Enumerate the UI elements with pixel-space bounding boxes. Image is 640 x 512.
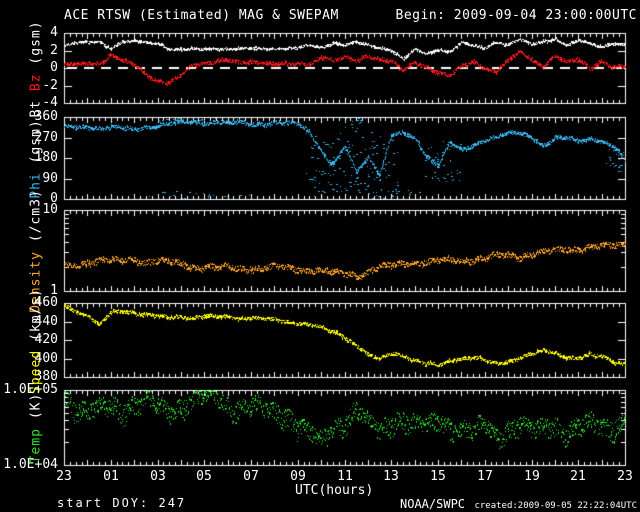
x-axis-tick-label: 21 xyxy=(570,469,586,484)
panel-y-axis-label-part: (gsm) xyxy=(28,19,44,65)
page-title: ACE RTSW (Estimated) MAG & SWEPAM xyxy=(64,8,339,23)
created-timestamp: created:2009-09-05 22:22:04UTC xyxy=(474,501,637,511)
start-doy-label: start DOY: 247 xyxy=(57,496,187,510)
plot-canvas xyxy=(0,0,640,512)
panel-y-axis-label-part: (km/s) xyxy=(28,287,44,341)
ace-rtsw-solar-wind-plot: ACE RTSW (Estimated) MAG & SWEPAM Begin:… xyxy=(0,0,640,512)
x-axis-tick-label: 07 xyxy=(243,469,259,484)
x-axis-tick-label: 03 xyxy=(150,469,166,484)
x-axis-title: UTC(hours) xyxy=(295,483,374,498)
begin-timestamp: Begin: 2009-09-04 23:00:00UTC xyxy=(395,8,637,23)
x-axis-tick-label: 23 xyxy=(617,469,633,484)
panel-y-axis-label-part: Temp xyxy=(28,419,44,464)
panel-y-axis-label-part: (gsm) xyxy=(28,118,44,163)
x-axis-tick-label: 15 xyxy=(430,469,446,484)
panel-y-axis-label-part: Bz xyxy=(28,64,44,91)
panel-y-axis-label-part: (/cm3) xyxy=(28,189,44,243)
x-axis-tick-label: 11 xyxy=(337,469,353,484)
x-axis-tick-label: 19 xyxy=(524,469,540,484)
x-axis-tick-label: 17 xyxy=(477,469,493,484)
x-axis-tick-label: 13 xyxy=(383,469,399,484)
x-axis-tick-label: 09 xyxy=(290,469,306,484)
x-axis-tick-label: 23 xyxy=(56,469,72,484)
x-axis-tick-label: 05 xyxy=(196,469,212,484)
panel-y-axis-label-part: (K) xyxy=(28,392,44,420)
x-axis-tick-label: 01 xyxy=(103,469,119,484)
source-label: NOAA/SWPC xyxy=(400,497,466,511)
